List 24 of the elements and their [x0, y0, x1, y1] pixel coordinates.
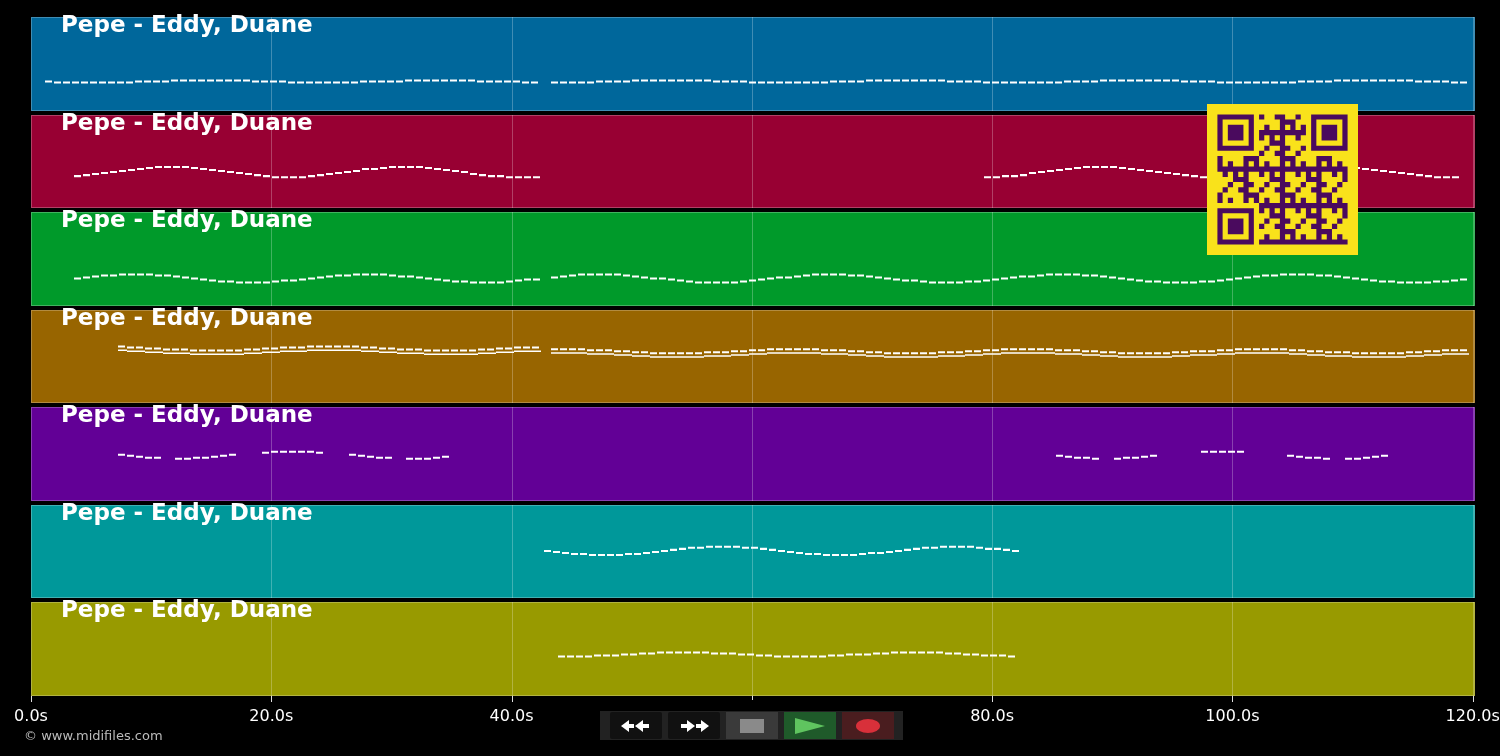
rewind-button[interactable] — [610, 712, 662, 739]
axis-label: 20.0s — [249, 705, 294, 726]
axis-label: 80.0s — [970, 705, 1015, 726]
stop-icon — [740, 718, 764, 733]
stop-button[interactable] — [726, 712, 778, 739]
axis-label: 0.0s — [14, 705, 48, 726]
copyright-text: © www.midifiles.com — [24, 727, 164, 744]
fast-forward-icon — [678, 717, 710, 734]
track-title: Pepe - Eddy, Duane — [61, 497, 313, 526]
track-title: Pepe - Eddy, Duane — [61, 595, 313, 623]
axis-label: 120.0s — [1445, 705, 1500, 726]
rewind-icon — [620, 717, 652, 734]
track-title: Pepe - Eddy, Duane — [61, 107, 313, 136]
track-title: Pepe - Eddy, Duane — [61, 10, 313, 38]
axis-label: 40.0s — [489, 705, 534, 726]
forward-button[interactable] — [668, 712, 720, 739]
axis-label: 100.0s — [1205, 705, 1260, 726]
record-icon — [856, 718, 880, 733]
track-title: Pepe - Eddy, Duane — [61, 400, 313, 428]
record-button[interactable] — [842, 712, 894, 739]
track-title: Pepe - Eddy, Duane — [61, 205, 313, 233]
play-icon — [795, 717, 825, 734]
track-title: Pepe - Eddy, Duane — [61, 302, 313, 331]
play-button[interactable] — [784, 712, 836, 739]
